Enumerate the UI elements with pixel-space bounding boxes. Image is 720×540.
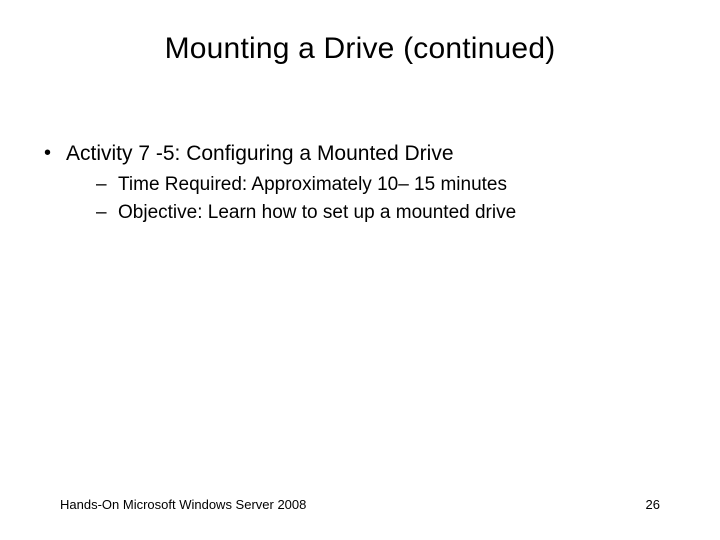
list-item: Objective: Learn how to set up a mounted… xyxy=(66,200,682,226)
list-item: Time Required: Approximately 10– 15 minu… xyxy=(66,172,682,198)
objective-label: Objective: Learn how to set up a mounted… xyxy=(118,202,516,223)
footer-source: Hands-On Microsoft Windows Server 2008 xyxy=(60,497,306,512)
slide-body: Activity 7 -5: Configuring a Mounted Dri… xyxy=(38,140,682,232)
slide-title: Mounting a Drive (continued) xyxy=(0,32,720,66)
time-required-label: Time Required: Approximately 10– 15 minu… xyxy=(118,174,507,195)
footer-page-number: 26 xyxy=(646,497,660,512)
slide: Mounting a Drive (continued) Activity 7 … xyxy=(0,0,720,540)
bullet-list-level1: Activity 7 -5: Configuring a Mounted Dri… xyxy=(38,140,682,226)
list-item: Activity 7 -5: Configuring a Mounted Dri… xyxy=(38,140,682,226)
activity-label: Activity 7 -5: Configuring a Mounted Dri… xyxy=(66,142,454,165)
bullet-list-level2: Time Required: Approximately 10– 15 minu… xyxy=(66,172,682,225)
